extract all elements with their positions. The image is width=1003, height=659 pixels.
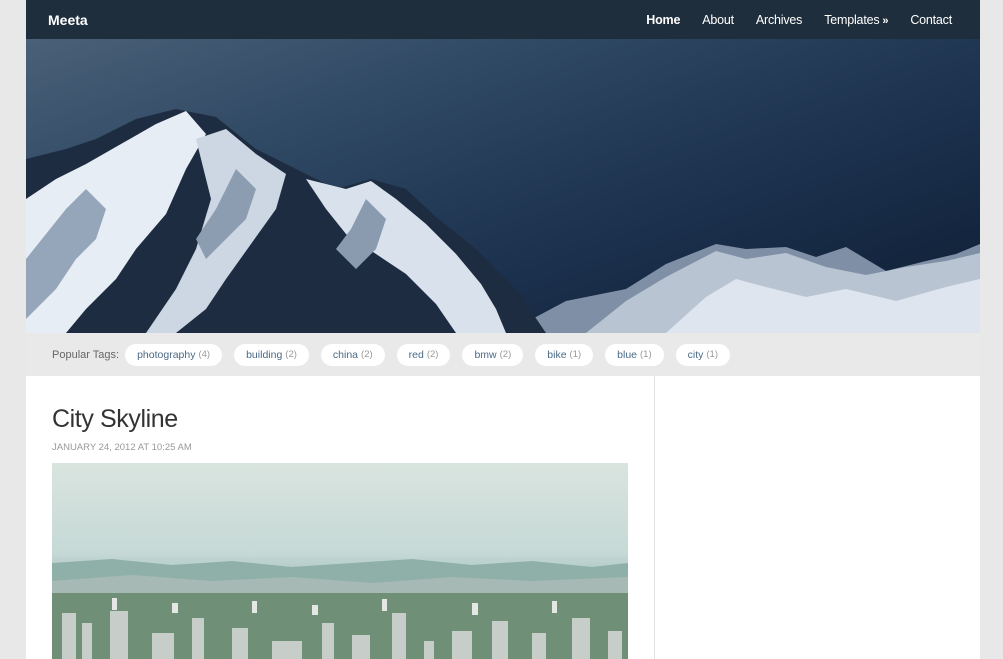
nav-templates[interactable]: Templates» [824, 13, 888, 27]
tag-name: building [246, 348, 283, 361]
nav-home[interactable]: Home [646, 13, 680, 27]
nav-contact[interactable]: Contact [910, 13, 952, 27]
nav-templates-label: Templates [824, 12, 880, 27]
tag-photography[interactable]: photography (4) [125, 343, 223, 366]
nav-archives[interactable]: Archives [756, 13, 803, 27]
tag-name: bmw [474, 348, 497, 361]
tag-red[interactable]: red (2) [396, 343, 451, 366]
main-column: City Skyline JANUARY 24, 2012 AT 10:25 A… [26, 376, 655, 659]
top-navbar: Meeta Home About Archives Templates» Con… [26, 0, 980, 39]
popular-tags-bar: Popular Tags: photography (4) building (2)… [26, 333, 980, 376]
tag-count: (1) [640, 349, 652, 360]
tag-count: (2) [499, 349, 512, 360]
tag-name: blue [617, 348, 638, 361]
tag-name: bike [547, 348, 567, 361]
page: Meeta Home About Archives Templates» Con… [26, 0, 980, 659]
nav-about[interactable]: About [702, 13, 734, 27]
tag-count: (2) [285, 349, 297, 360]
tag-name: red [408, 348, 424, 361]
content-area: City Skyline JANUARY 24, 2012 AT 10:25 A… [26, 376, 980, 659]
tag-city[interactable]: city (1) [675, 343, 731, 366]
tag-name: city [687, 348, 704, 361]
tag-count: (1) [706, 349, 719, 360]
tag-count: (1) [569, 349, 582, 360]
main-nav: Home About Archives Templates» Contact [624, 13, 952, 27]
tag-bmw[interactable]: bmw (2) [462, 343, 524, 366]
hero-mountain-image [26, 39, 980, 333]
tag-name: photography [137, 348, 196, 361]
tag-building[interactable]: building (2) [234, 343, 309, 366]
popular-tags-label: Popular Tags: [52, 348, 120, 361]
post-city-image[interactable] [52, 463, 628, 659]
site-brand[interactable]: Meeta [48, 12, 88, 28]
tag-count: (2) [426, 349, 439, 360]
double-chevron-right-icon: » [882, 14, 889, 27]
tag-name: china [332, 348, 359, 361]
tag-china[interactable]: china (2) [320, 343, 385, 366]
post-title[interactable]: City Skyline [52, 405, 654, 434]
tag-count: (4) [198, 349, 211, 360]
tag-blue[interactable]: blue (1) [605, 343, 664, 366]
post-date: JANUARY 24, 2012 AT 10:25 AM [52, 442, 192, 453]
sidebar [655, 376, 980, 659]
tag-bike[interactable]: bike (1) [535, 343, 594, 366]
tag-count: (2) [361, 349, 373, 360]
